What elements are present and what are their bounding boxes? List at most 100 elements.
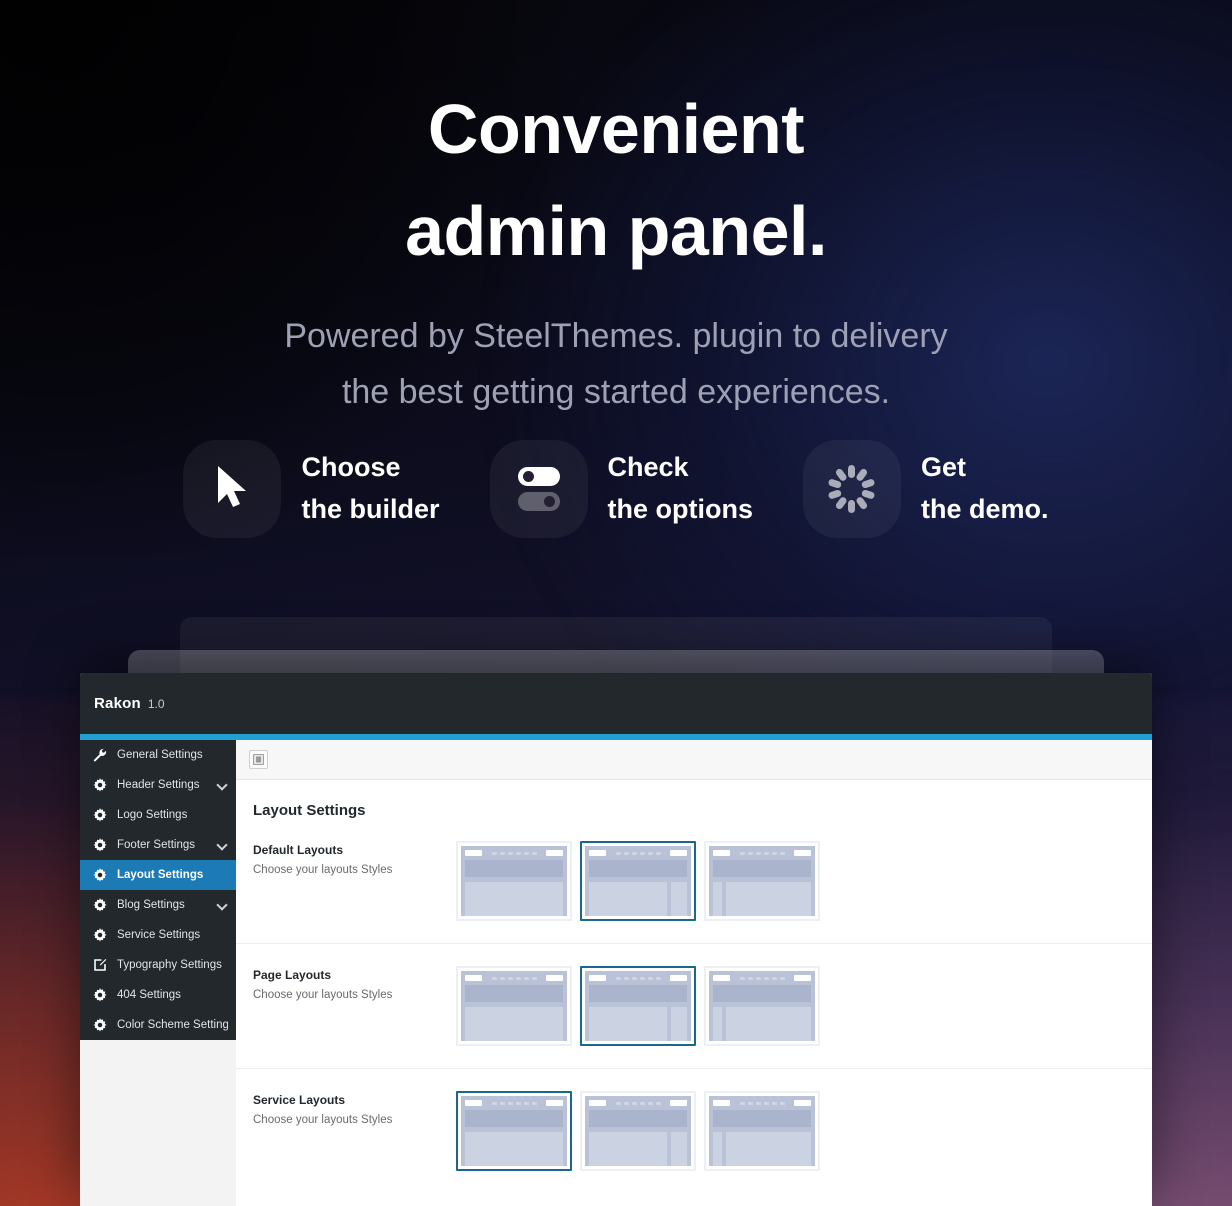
mini-nav — [733, 851, 791, 855]
setting-description: Choose your layouts Styles — [253, 989, 393, 1001]
mini-body — [465, 1132, 563, 1166]
hero-title-line-1: Convenient — [427, 90, 805, 168]
layout-preview — [461, 1096, 567, 1166]
mini-body — [713, 1007, 811, 1041]
setting-label: Service Layouts — [253, 1093, 346, 1107]
mini-body — [713, 1132, 811, 1166]
layout-option-left-sidebar[interactable] — [704, 966, 820, 1046]
feature-icon-wrapper — [802, 440, 901, 538]
layout-option-left-sidebar[interactable] — [704, 1091, 820, 1171]
gear-icon — [91, 807, 108, 824]
mini-cta — [546, 975, 563, 981]
setting-row: Page Layouts Choose your layouts Styles — [236, 944, 1152, 1069]
sidebar-item-footer-settings[interactable]: Footer Settings — [80, 830, 236, 860]
feature-get-the-demo[interactable]: Get the demo. — [802, 440, 1049, 538]
toggle-switches-icon — [517, 467, 560, 511]
sidebar-item-label: Typography Settings — [117, 959, 222, 971]
layout-option-right-sidebar[interactable] — [580, 966, 696, 1046]
mini-body — [589, 1132, 687, 1166]
sidebar-item-header-settings[interactable]: Header Settings — [80, 770, 236, 800]
mini-main — [726, 882, 811, 916]
mini-topbar — [713, 850, 811, 856]
panel-toggle-icon[interactable] — [249, 750, 268, 769]
setting-label: Default Layouts — [253, 843, 344, 857]
mini-cta — [670, 850, 687, 856]
mini-cta — [794, 975, 811, 981]
mini-logo — [713, 975, 730, 981]
layout-option-right-sidebar[interactable] — [580, 1091, 696, 1171]
mini-cta — [546, 850, 563, 856]
sidebar-item-404-settings[interactable]: 404 Settings — [80, 980, 236, 1010]
chevron-down-icon[interactable] — [218, 900, 228, 910]
mini-main — [465, 882, 563, 916]
mini-logo — [465, 850, 482, 856]
mini-main — [465, 1132, 563, 1166]
layout-option-full[interactable] — [456, 1091, 572, 1171]
chevron-down-icon[interactable] — [218, 840, 228, 850]
sidebar-item-typography-settings[interactable]: Typography Settings — [80, 950, 236, 980]
hero-subtitle-line-1: Powered by SteelThemes. plugin to delive… — [284, 317, 948, 356]
layout-preview — [461, 971, 567, 1041]
wrench-icon — [91, 747, 108, 764]
feature-check-the-options[interactable]: Check the options — [489, 440, 753, 538]
brand-version: 1.0 — [147, 696, 165, 711]
gear-icon — [91, 867, 108, 884]
sidebar-item-blog-settings[interactable]: Blog Settings — [80, 890, 236, 920]
setting-row: Default Layouts Choose your layouts Style… — [236, 819, 1152, 944]
setting-meta: Page Layouts Choose your layouts Styles — [253, 966, 456, 1001]
feature-icon-wrapper — [183, 440, 282, 538]
loading-spinner-icon — [828, 465, 876, 513]
feature-label: Check the options — [607, 452, 753, 524]
toggle-on — [517, 467, 560, 486]
mini-sidebar — [671, 882, 687, 916]
hero-section: Convenient admin panel. Powered by Steel… — [0, 0, 1232, 421]
pencil-square-icon — [91, 957, 108, 974]
layout-option-group — [456, 841, 820, 921]
mini-body — [589, 882, 687, 916]
mini-topbar — [465, 1100, 563, 1106]
mini-main — [589, 1007, 667, 1041]
mini-topbar — [589, 850, 687, 856]
mini-main — [589, 882, 667, 916]
sidebar-item-label: 404 Settings — [117, 989, 181, 1001]
mini-nav — [609, 1101, 667, 1105]
mini-cta — [794, 1100, 811, 1106]
sidebar-item-label: Blog Settings — [117, 899, 185, 911]
gear-icon — [91, 1017, 108, 1034]
layout-preview — [709, 846, 815, 916]
layout-option-left-sidebar[interactable] — [704, 841, 820, 921]
sidebar: General Settings Header Settings Logo Sett… — [80, 740, 236, 1040]
layout-preview — [585, 971, 691, 1041]
sidebar-item-color-scheme-settings[interactable]: Color Scheme Settings — [80, 1010, 236, 1040]
mini-nav — [485, 851, 543, 855]
mini-hero — [713, 860, 811, 877]
gear-icon — [91, 777, 108, 794]
setting-meta: Default Layouts Choose your layouts Style… — [253, 841, 456, 876]
settings-list: Default Layouts Choose your layouts Style… — [236, 819, 1152, 1193]
mini-hero — [713, 985, 811, 1002]
setting-label: Page Layouts — [253, 968, 332, 982]
mini-logo — [589, 975, 606, 981]
sidebar-item-layout-settings[interactable]: Layout Settings — [80, 860, 236, 890]
sidebar-item-service-settings[interactable]: Service Settings — [80, 920, 236, 950]
mini-nav — [609, 976, 667, 980]
chevron-down-icon[interactable] — [218, 780, 228, 790]
sidebar-item-general-settings[interactable]: General Settings — [80, 740, 236, 770]
feature-list: Choose the builder Check the options Get… — [0, 440, 1232, 538]
layout-option-full[interactable] — [456, 966, 572, 1046]
mini-topbar — [465, 975, 563, 981]
gear-icon — [91, 927, 108, 944]
mini-main — [589, 1132, 667, 1166]
mini-hero — [589, 985, 687, 1002]
mini-cta — [670, 975, 687, 981]
mini-cta — [670, 1100, 687, 1106]
feature-choose-the-builder[interactable]: Choose the builder — [183, 440, 440, 538]
layout-option-full[interactable] — [456, 841, 572, 921]
sidebar-item-label: Logo Settings — [117, 809, 188, 821]
page-root: Convenient admin panel. Powered by Steel… — [0, 0, 1232, 1206]
sidebar-item-logo-settings[interactable]: Logo Settings — [80, 800, 236, 830]
mini-topbar — [713, 975, 811, 981]
setting-meta: Service Layouts Choose your layouts Style… — [253, 1091, 456, 1126]
layout-option-right-sidebar[interactable] — [580, 841, 696, 921]
layout-option-group — [456, 1091, 820, 1171]
